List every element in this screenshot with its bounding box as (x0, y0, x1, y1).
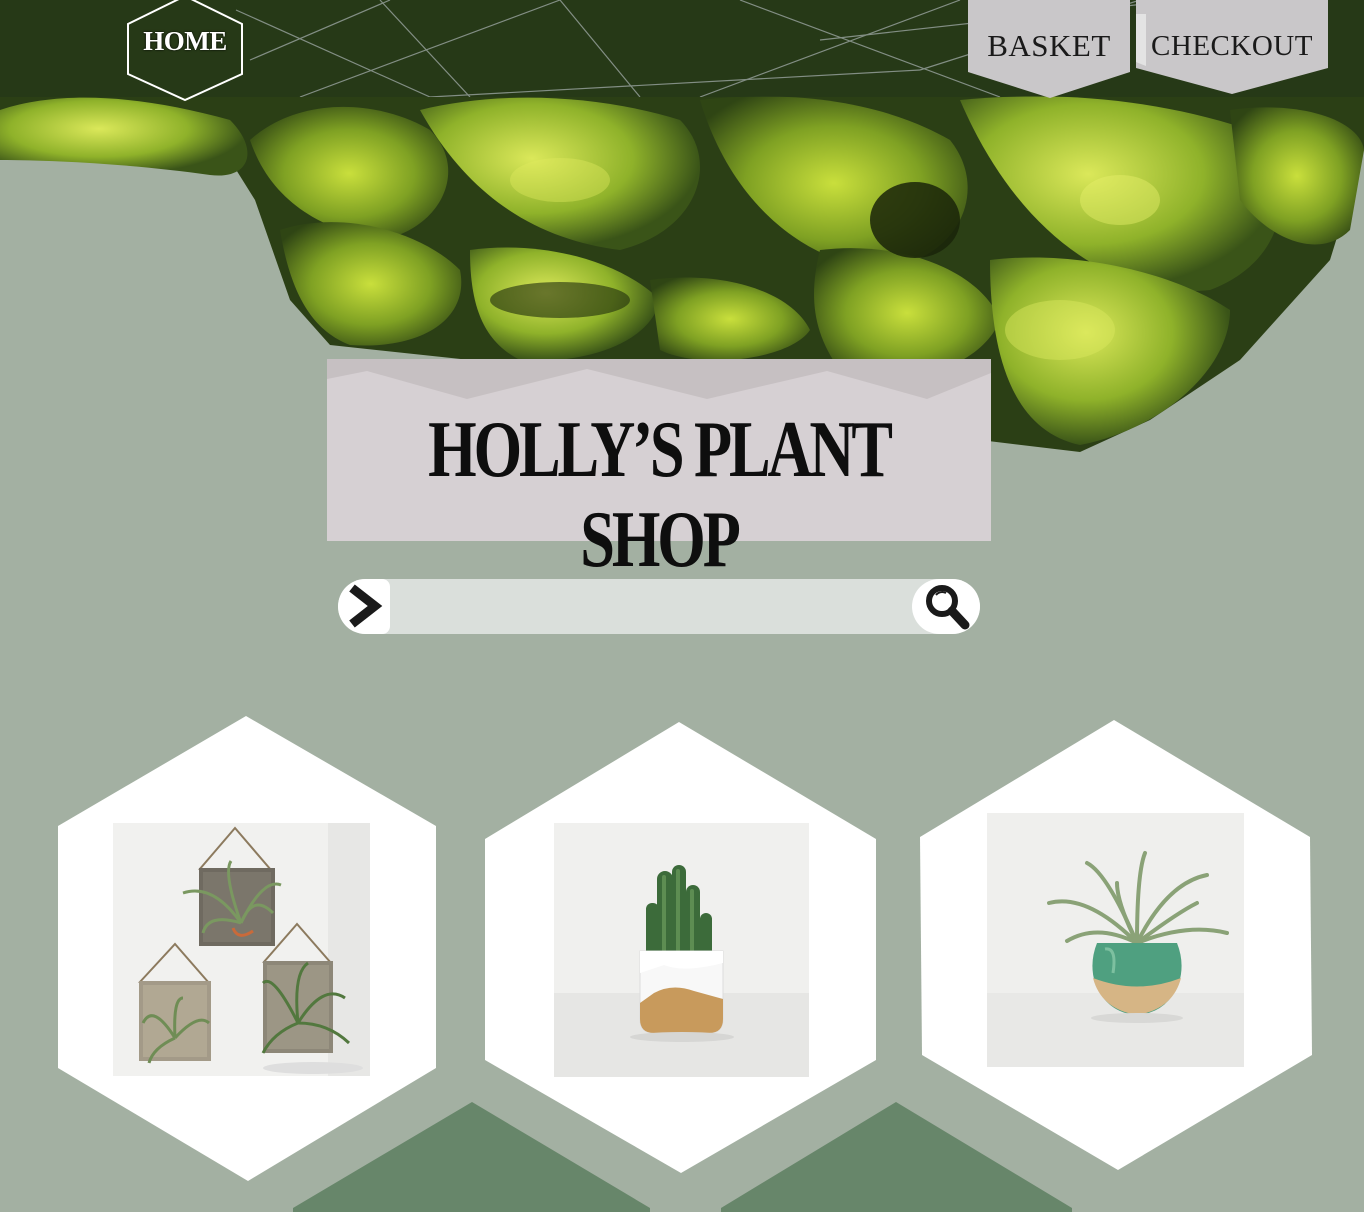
product-card-3[interactable] (918, 719, 1314, 1172)
product-card-1[interactable] (56, 715, 438, 1183)
product-card-2[interactable] (483, 721, 878, 1176)
product-image-cactus-pot (554, 823, 809, 1077)
product-image-hanging-air-plants (113, 823, 370, 1076)
product-image-globe-pot (987, 813, 1244, 1067)
